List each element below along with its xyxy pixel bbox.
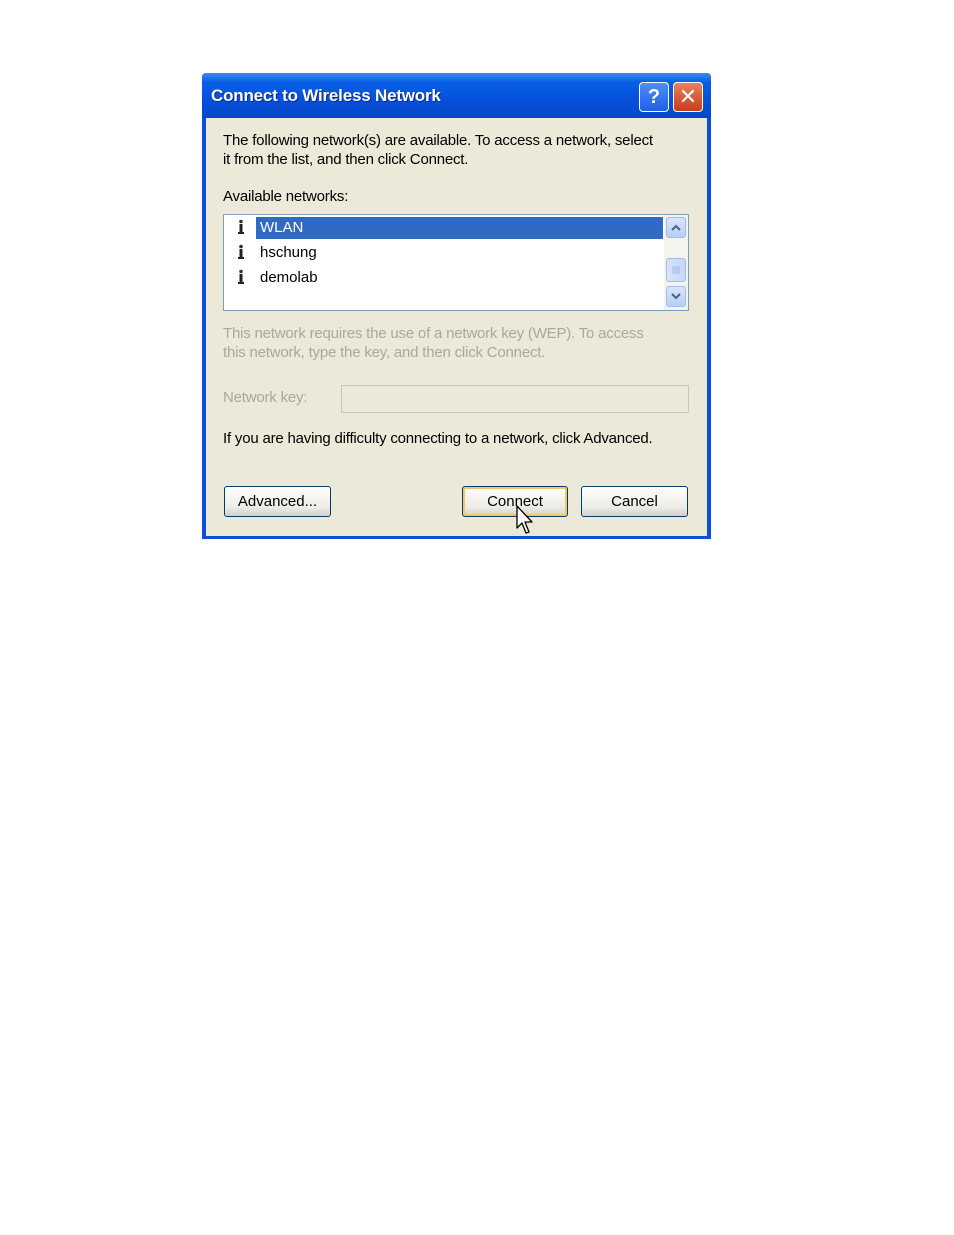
- scroll-down-button[interactable]: [666, 286, 686, 307]
- network-name: WLAN: [256, 217, 663, 239]
- help-icon: ?: [647, 85, 661, 108]
- close-icon: ✕: [678, 84, 698, 109]
- wep-text-line2: this network, type the key, and then cli…: [223, 344, 546, 361]
- advanced-button[interactable]: Advanced...: [224, 486, 331, 517]
- help-button[interactable]: ?: [639, 82, 669, 112]
- intro-text-line1: The following network(s) are available. …: [223, 132, 653, 149]
- wireless-network-icon: [238, 244, 244, 259]
- connect-wireless-dialog: Connect to Wireless Network ? ✕ The foll…: [202, 73, 711, 539]
- wireless-network-icon: [238, 219, 244, 234]
- grip-icon: [672, 266, 680, 274]
- list-scrollbar[interactable]: [664, 215, 688, 310]
- networks-listbox[interactable]: WLAN hschung demolab: [223, 214, 689, 311]
- title-bar[interactable]: Connect to Wireless Network ? ✕: [202, 73, 711, 118]
- network-name: hschung: [260, 244, 317, 261]
- intro-text-line2: it from the list, and then click Connect…: [223, 151, 469, 168]
- connect-button[interactable]: Connect: [462, 486, 568, 517]
- network-name: demolab: [260, 269, 318, 286]
- help-text: If you are having difficulty connecting …: [223, 430, 653, 447]
- network-key-label: Network key:: [223, 389, 308, 406]
- chevron-down-icon: [671, 293, 681, 300]
- close-button[interactable]: ✕: [673, 82, 703, 112]
- dialog-body: The following network(s) are available. …: [206, 118, 707, 536]
- window-title: Connect to Wireless Network: [211, 86, 441, 105]
- network-item-demolab[interactable]: demolab: [224, 265, 662, 289]
- wireless-network-icon: [238, 269, 244, 284]
- available-networks-label: Available networks:: [223, 188, 349, 205]
- network-item-wlan[interactable]: WLAN: [224, 215, 663, 239]
- cancel-button[interactable]: Cancel: [581, 486, 688, 517]
- scroll-up-button[interactable]: [666, 217, 686, 238]
- mouse-pointer-icon: [516, 505, 533, 534]
- network-item-hschung[interactable]: hschung: [224, 240, 662, 264]
- chevron-up-icon: [671, 224, 681, 231]
- scroll-thumb[interactable]: [666, 258, 686, 282]
- wep-text-line1: This network requires the use of a netwo…: [223, 325, 644, 342]
- network-key-field[interactable]: [341, 385, 689, 413]
